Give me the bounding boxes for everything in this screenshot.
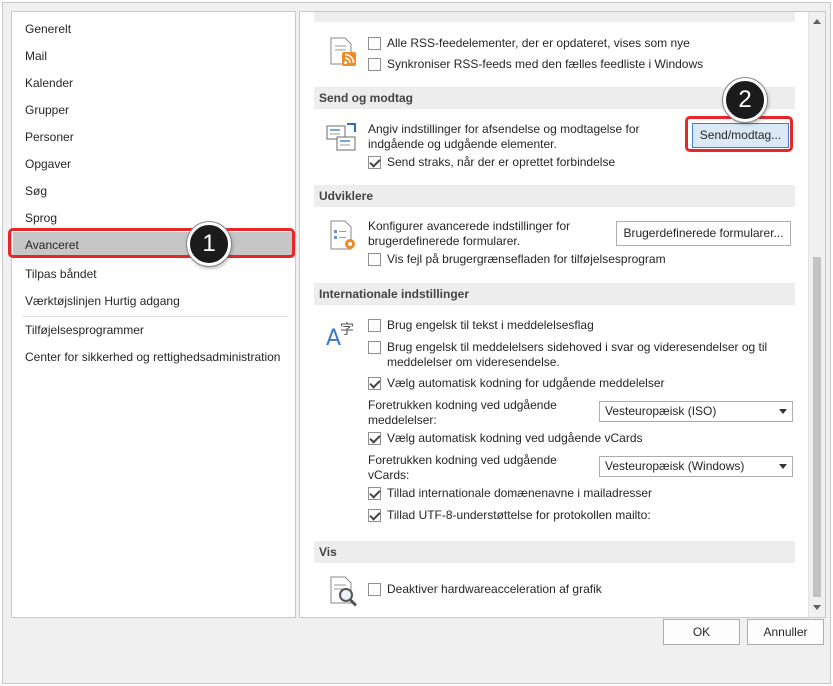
sidebar-item-sikkerhedscenter[interactable]: Center for sikkerhed og rettighedsadmini… bbox=[13, 344, 295, 370]
callout-badge-1: 1 bbox=[187, 222, 231, 266]
sidebar-item-hurtig-adgang[interactable]: Værktøjslinjen Hurtig adgang bbox=[13, 288, 295, 314]
english-flags-label: Brug engelsk til tekst i meddelelsesflag bbox=[387, 318, 594, 332]
english-flags-checkbox[interactable] bbox=[368, 319, 381, 332]
intl-domains-label: Tillad internationale domænenavne i mail… bbox=[387, 486, 653, 500]
language-icon: A 字 bbox=[326, 322, 354, 350]
callout-badge-2: 2 bbox=[723, 78, 767, 122]
encoding-select[interactable]: Vesteuropæisk (ISO) bbox=[599, 401, 793, 422]
developers-description: Konfigurer avancerede indstillinger for … bbox=[368, 219, 571, 248]
scrollbar-thumb[interactable] bbox=[813, 257, 821, 597]
options-sidebar: Generelt Mail Kalender Grupper Personer … bbox=[11, 11, 296, 618]
auto-vcard-checkbox[interactable] bbox=[368, 432, 381, 445]
chevron-down-icon bbox=[779, 409, 787, 414]
show-addin-errors-checkbox[interactable] bbox=[368, 253, 381, 266]
custom-forms-button[interactable]: Brugerdefinerede formularer... bbox=[616, 221, 791, 246]
svg-text:A: A bbox=[326, 326, 341, 350]
developer-settings-icon bbox=[330, 220, 355, 250]
sidebar-item-tilpas-baandet[interactable]: Tilpas båndet bbox=[13, 261, 295, 287]
send-receive-icon bbox=[326, 123, 356, 151]
sidebar-item-soeg[interactable]: Søg bbox=[13, 178, 295, 204]
auto-encoding-label: Vælg automatisk kodning for udgående med… bbox=[387, 376, 665, 390]
section-header-top bbox=[314, 12, 795, 22]
section-header-international: Internationale indstillinger bbox=[314, 283, 795, 305]
sidebar-item-mail[interactable]: Mail bbox=[13, 43, 295, 69]
intl-domains-checkbox[interactable] bbox=[368, 487, 381, 500]
encoding-select-value: Vesteuropæisk (ISO) bbox=[605, 404, 717, 418]
show-addin-errors-label: Vis fejl på brugergrænsefladen for tilfø… bbox=[387, 252, 666, 266]
vcard-encoding-label: Foretrukken kodning ved udgående vCards: bbox=[368, 453, 557, 482]
auto-vcard-label: Vælg automatisk kodning ved udgående vCa… bbox=[387, 431, 643, 445]
rss-sync-label: Synkroniser RSS-feeds med den fælles fee… bbox=[387, 57, 704, 71]
hw-accel-checkbox[interactable] bbox=[368, 583, 381, 596]
rss-new-items-checkbox[interactable] bbox=[368, 37, 381, 50]
cancel-button[interactable]: Annuller bbox=[747, 619, 824, 645]
scroll-down-arrow-icon[interactable] bbox=[813, 605, 821, 610]
sidebar-item-grupper[interactable]: Grupper bbox=[13, 97, 295, 123]
sidebar-item-generelt[interactable]: Generelt bbox=[13, 16, 295, 42]
ok-button[interactable]: OK bbox=[663, 619, 740, 645]
sidebar-item-personer[interactable]: Personer bbox=[13, 124, 295, 150]
sidebar-item-opgaver[interactable]: Opgaver bbox=[13, 151, 295, 177]
scroll-up-arrow-icon[interactable] bbox=[813, 19, 821, 24]
english-headers-checkbox[interactable] bbox=[368, 341, 381, 354]
svg-text:字: 字 bbox=[340, 322, 354, 338]
magnifier-document-icon bbox=[330, 576, 358, 607]
utf8-checkbox[interactable] bbox=[368, 509, 381, 522]
send-immediately-checkbox[interactable] bbox=[368, 156, 381, 169]
vcard-encoding-select-value: Vesteuropæisk (Windows) bbox=[605, 459, 745, 473]
encoding-label: Foretrukken kodning ved udgående meddele… bbox=[368, 398, 557, 427]
chevron-down-icon bbox=[779, 464, 787, 469]
section-header-display: Vis bbox=[314, 541, 795, 563]
rss-icon bbox=[330, 37, 356, 66]
outlook-options-dialog: Generelt Mail Kalender Grupper Personer … bbox=[2, 2, 831, 684]
hw-accel-label: Deaktiver hardwareacceleration af grafik bbox=[387, 582, 602, 596]
section-header-developers: Udviklere bbox=[314, 185, 795, 207]
rss-sync-checkbox[interactable] bbox=[368, 58, 381, 71]
send-immediately-label: Send straks, når der er oprettet forbind… bbox=[387, 155, 616, 169]
main-scrollbar[interactable] bbox=[808, 12, 825, 617]
sidebar-item-kalender[interactable]: Kalender bbox=[13, 70, 295, 96]
avanceret-highlight bbox=[8, 228, 295, 258]
auto-encoding-checkbox[interactable] bbox=[368, 377, 381, 390]
send-receive-description: Angiv indstillinger for afsendelse og mo… bbox=[368, 122, 640, 151]
english-headers-label: Brug engelsk til meddelelsers sidehoved … bbox=[387, 340, 768, 369]
vcard-encoding-select[interactable]: Vesteuropæisk (Windows) bbox=[599, 456, 793, 477]
sidebar-item-tilfoejelsesprogrammer[interactable]: Tilføjelsesprogrammer bbox=[13, 317, 295, 343]
utf8-label: Tillad UTF-8-understøttelse for protokol… bbox=[387, 508, 651, 522]
rss-new-items-label: Alle RSS-feedelementer, der er opdateret… bbox=[387, 36, 690, 50]
